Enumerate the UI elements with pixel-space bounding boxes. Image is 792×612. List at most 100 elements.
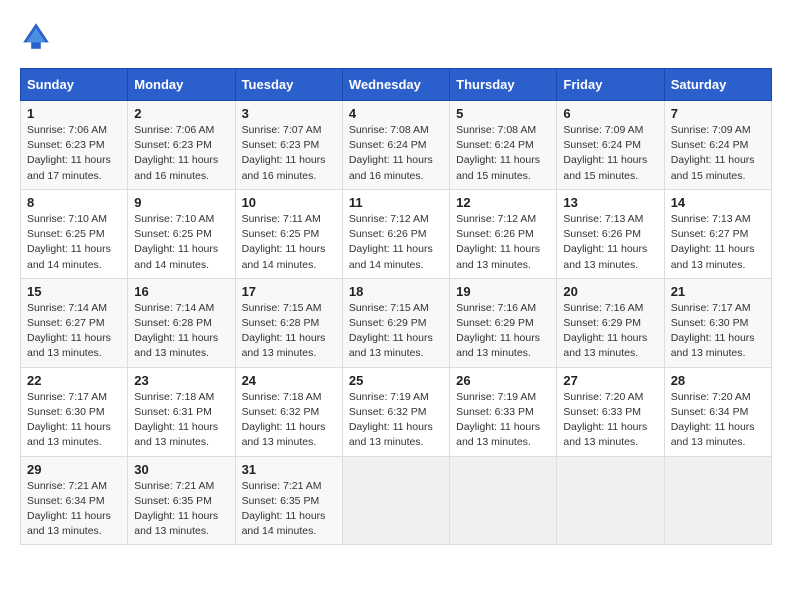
day-detail: Sunrise: 7:07 AMSunset: 6:23 PMDaylight:…	[242, 123, 336, 184]
day-number: 9	[134, 195, 228, 210]
logo-icon	[20, 20, 52, 52]
calendar-cell: 19 Sunrise: 7:16 AMSunset: 6:29 PMDayligh…	[450, 278, 557, 367]
day-detail: Sunrise: 7:17 AMSunset: 6:30 PMDaylight:…	[671, 301, 765, 362]
day-detail: Sunrise: 7:09 AMSunset: 6:24 PMDaylight:…	[671, 123, 765, 184]
day-detail: Sunrise: 7:13 AMSunset: 6:26 PMDaylight:…	[563, 212, 657, 273]
calendar-cell: 13 Sunrise: 7:13 AMSunset: 6:26 PMDayligh…	[557, 189, 664, 278]
calendar-cell: 12 Sunrise: 7:12 AMSunset: 6:26 PMDayligh…	[450, 189, 557, 278]
calendar-week-1: 1 Sunrise: 7:06 AMSunset: 6:23 PMDaylight…	[21, 101, 772, 190]
day-detail: Sunrise: 7:09 AMSunset: 6:24 PMDaylight:…	[563, 123, 657, 184]
day-detail: Sunrise: 7:15 AMSunset: 6:29 PMDaylight:…	[349, 301, 443, 362]
day-number: 28	[671, 373, 765, 388]
day-detail: Sunrise: 7:21 AMSunset: 6:34 PMDaylight:…	[27, 479, 121, 540]
day-number: 8	[27, 195, 121, 210]
day-detail: Sunrise: 7:17 AMSunset: 6:30 PMDaylight:…	[27, 390, 121, 451]
header-day-thursday: Thursday	[450, 69, 557, 101]
day-number: 21	[671, 284, 765, 299]
header-day-monday: Monday	[128, 69, 235, 101]
day-number: 27	[563, 373, 657, 388]
calendar-table: SundayMondayTuesdayWednesdayThursdayFrid…	[20, 68, 772, 545]
day-detail: Sunrise: 7:21 AMSunset: 6:35 PMDaylight:…	[242, 479, 336, 540]
calendar-cell: 11Sunrise: 7:12 AMSunset: 6:26 PMDayligh…	[342, 189, 449, 278]
day-number: 12	[456, 195, 550, 210]
day-detail: Sunrise: 7:08 AMSunset: 6:24 PMDaylight:…	[456, 123, 550, 184]
calendar-week-2: 8 Sunrise: 7:10 AMSunset: 6:25 PMDaylight…	[21, 189, 772, 278]
day-detail: Sunrise: 7:15 AMSunset: 6:28 PMDaylight:…	[242, 301, 336, 362]
day-detail: Sunrise: 7:13 AMSunset: 6:27 PMDaylight:…	[671, 212, 765, 273]
day-detail: Sunrise: 7:19 AMSunset: 6:33 PMDaylight:…	[456, 390, 550, 451]
calendar-cell	[342, 456, 449, 545]
calendar-cell: 2 Sunrise: 7:06 AMSunset: 6:23 PMDaylight…	[128, 101, 235, 190]
day-detail: Sunrise: 7:14 AMSunset: 6:28 PMDaylight:…	[134, 301, 228, 362]
calendar-cell: 6 Sunrise: 7:09 AMSunset: 6:24 PMDaylight…	[557, 101, 664, 190]
page-header	[20, 20, 772, 52]
calendar-cell	[664, 456, 771, 545]
day-number: 25	[349, 373, 443, 388]
day-number: 3	[242, 106, 336, 121]
day-detail: Sunrise: 7:21 AMSunset: 6:35 PMDaylight:…	[134, 479, 228, 540]
calendar-cell: 10 Sunrise: 7:11 AMSunset: 6:25 PMDayligh…	[235, 189, 342, 278]
calendar-cell	[557, 456, 664, 545]
day-number: 20	[563, 284, 657, 299]
day-number: 29	[27, 462, 121, 477]
day-number: 15	[27, 284, 121, 299]
calendar-cell: 24 Sunrise: 7:18 AMSunset: 6:32 PMDayligh…	[235, 367, 342, 456]
day-number: 22	[27, 373, 121, 388]
calendar-cell: 4Sunrise: 7:08 AMSunset: 6:24 PMDaylight…	[342, 101, 449, 190]
calendar-cell: 18 Sunrise: 7:15 AMSunset: 6:29 PMDayligh…	[342, 278, 449, 367]
day-number: 23	[134, 373, 228, 388]
day-number: 5	[456, 106, 550, 121]
day-number: 24	[242, 373, 336, 388]
day-detail: Sunrise: 7:16 AMSunset: 6:29 PMDaylight:…	[456, 301, 550, 362]
day-detail: Sunrise: 7:12 AMSunset: 6:26 PMDaylight:…	[456, 212, 550, 273]
calendar-cell: 17 Sunrise: 7:15 AMSunset: 6:28 PMDayligh…	[235, 278, 342, 367]
calendar-cell: 15Sunrise: 7:14 AMSunset: 6:27 PMDayligh…	[21, 278, 128, 367]
day-detail: Sunrise: 7:11 AMSunset: 6:25 PMDaylight:…	[242, 212, 336, 273]
day-number: 19	[456, 284, 550, 299]
day-detail: Sunrise: 7:06 AMSunset: 6:23 PMDaylight:…	[134, 123, 228, 184]
calendar-cell: 8 Sunrise: 7:10 AMSunset: 6:25 PMDaylight…	[21, 189, 128, 278]
header-day-sunday: Sunday	[21, 69, 128, 101]
day-number: 6	[563, 106, 657, 121]
day-number: 13	[563, 195, 657, 210]
day-number: 10	[242, 195, 336, 210]
header-day-wednesday: Wednesday	[342, 69, 449, 101]
day-detail: Sunrise: 7:06 AMSunset: 6:23 PMDaylight:…	[27, 123, 121, 184]
calendar-cell: 20Sunrise: 7:16 AMSunset: 6:29 PMDayligh…	[557, 278, 664, 367]
day-number: 7	[671, 106, 765, 121]
calendar-cell: 16 Sunrise: 7:14 AMSunset: 6:28 PMDayligh…	[128, 278, 235, 367]
day-detail: Sunrise: 7:20 AMSunset: 6:33 PMDaylight:…	[563, 390, 657, 451]
calendar-cell: 26 Sunrise: 7:19 AMSunset: 6:33 PMDayligh…	[450, 367, 557, 456]
calendar-week-4: 22 Sunrise: 7:17 AMSunset: 6:30 PMDayligh…	[21, 367, 772, 456]
calendar-body: 1 Sunrise: 7:06 AMSunset: 6:23 PMDaylight…	[21, 101, 772, 545]
day-detail: Sunrise: 7:19 AMSunset: 6:32 PMDaylight:…	[349, 390, 443, 451]
calendar-cell: 7 Sunrise: 7:09 AMSunset: 6:24 PMDaylight…	[664, 101, 771, 190]
day-number: 26	[456, 373, 550, 388]
header-day-tuesday: Tuesday	[235, 69, 342, 101]
day-detail: Sunrise: 7:18 AMSunset: 6:31 PMDaylight:…	[134, 390, 228, 451]
calendar-cell: 28Sunrise: 7:20 AMSunset: 6:34 PMDayligh…	[664, 367, 771, 456]
logo	[20, 20, 56, 52]
calendar-cell: 1 Sunrise: 7:06 AMSunset: 6:23 PMDaylight…	[21, 101, 128, 190]
calendar-week-3: 15Sunrise: 7:14 AMSunset: 6:27 PMDayligh…	[21, 278, 772, 367]
day-number: 2	[134, 106, 228, 121]
day-detail: Sunrise: 7:08 AMSunset: 6:24 PMDaylight:…	[349, 123, 443, 184]
calendar-cell: 23 Sunrise: 7:18 AMSunset: 6:31 PMDayligh…	[128, 367, 235, 456]
day-detail: Sunrise: 7:10 AMSunset: 6:25 PMDaylight:…	[27, 212, 121, 273]
header-day-saturday: Saturday	[664, 69, 771, 101]
calendar-cell: 22 Sunrise: 7:17 AMSunset: 6:30 PMDayligh…	[21, 367, 128, 456]
day-number: 31	[242, 462, 336, 477]
calendar-cell: 5 Sunrise: 7:08 AMSunset: 6:24 PMDaylight…	[450, 101, 557, 190]
day-number: 18	[349, 284, 443, 299]
day-number: 16	[134, 284, 228, 299]
calendar-cell: 31 Sunrise: 7:21 AMSunset: 6:35 PMDayligh…	[235, 456, 342, 545]
calendar-cell: 14Sunrise: 7:13 AMSunset: 6:27 PMDayligh…	[664, 189, 771, 278]
day-detail: Sunrise: 7:12 AMSunset: 6:26 PMDaylight:…	[349, 212, 443, 273]
day-number: 17	[242, 284, 336, 299]
calendar-week-5: 29 Sunrise: 7:21 AMSunset: 6:34 PMDayligh…	[21, 456, 772, 545]
header-day-friday: Friday	[557, 69, 664, 101]
calendar-cell	[450, 456, 557, 545]
day-detail: Sunrise: 7:18 AMSunset: 6:32 PMDaylight:…	[242, 390, 336, 451]
day-number: 1	[27, 106, 121, 121]
calendar-cell: 25 Sunrise: 7:19 AMSunset: 6:32 PMDayligh…	[342, 367, 449, 456]
